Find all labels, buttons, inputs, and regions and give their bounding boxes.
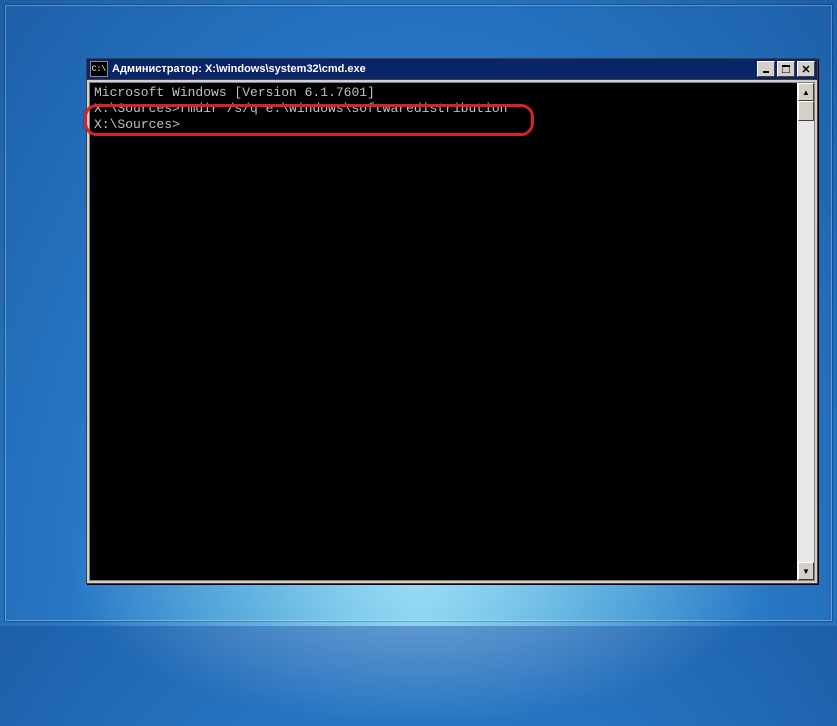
window-title: Администратор: X:\windows\system32\cmd.e…	[112, 63, 755, 75]
scroll-down-button[interactable]: ▼	[798, 562, 814, 580]
scroll-track[interactable]	[798, 101, 814, 562]
window-controls	[755, 61, 815, 77]
titlebar[interactable]: C:\ Администратор: X:\windows\system32\c…	[87, 59, 817, 80]
command-text: rmdir /s/q e:\windows\softwaredistributi…	[180, 101, 508, 116]
cmd-window: C:\ Администратор: X:\windows\system32\c…	[86, 58, 818, 584]
console-line-version: Microsoft Windows [Version 6.1.7601]	[94, 85, 793, 101]
scroll-thumb[interactable]	[798, 101, 814, 121]
maximize-button[interactable]	[777, 61, 795, 77]
vertical-scrollbar[interactable]: ▲ ▼	[797, 82, 815, 581]
console-line-command: X:\Sources>rmdir /s/q e:\windows\softwar…	[94, 101, 793, 117]
cmd-icon: C:\	[90, 61, 108, 77]
console-line-prompt: X:\Sources>	[94, 117, 793, 133]
close-button[interactable]	[797, 61, 815, 77]
console-output[interactable]: Microsoft Windows [Version 6.1.7601]X:\S…	[89, 82, 797, 581]
scroll-up-button[interactable]: ▲	[798, 83, 814, 101]
minimize-button[interactable]	[757, 61, 775, 77]
prompt: X:\Sources>	[94, 101, 180, 116]
console-client-area: Microsoft Windows [Version 6.1.7601]X:\S…	[87, 80, 817, 583]
